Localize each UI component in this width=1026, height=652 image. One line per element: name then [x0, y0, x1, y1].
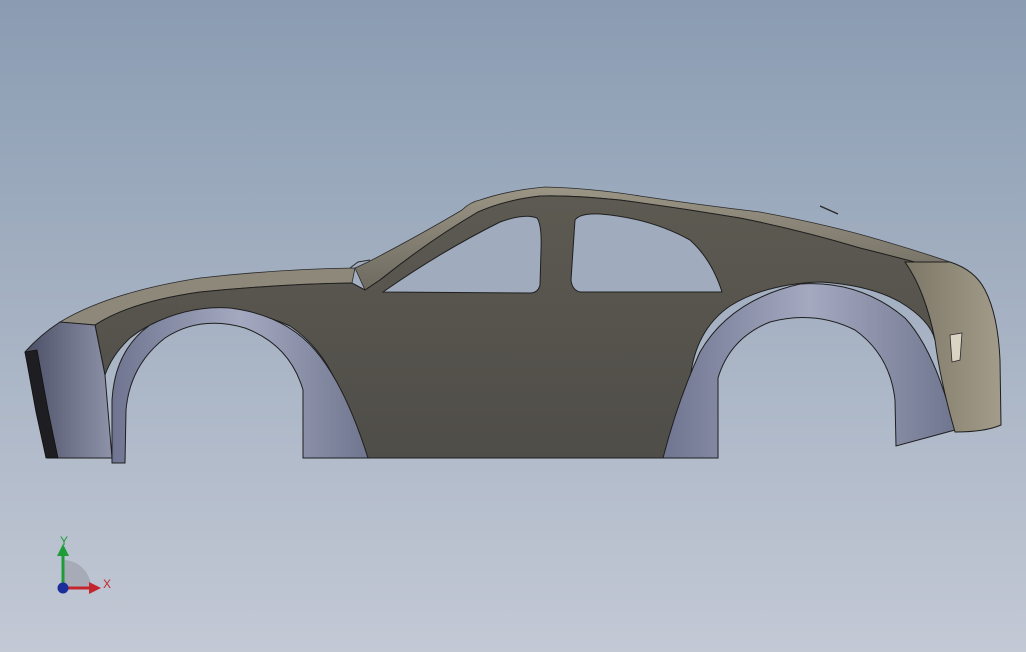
- graphics-viewport[interactable]: Y X: [0, 0, 1026, 652]
- model-scene[interactable]: Y X: [0, 0, 1026, 652]
- y-axis-label: Y: [60, 534, 68, 548]
- x-axis-label: X: [103, 577, 111, 591]
- z-axis-origin: [57, 582, 69, 594]
- rear-light-detail[interactable]: [949, 332, 963, 363]
